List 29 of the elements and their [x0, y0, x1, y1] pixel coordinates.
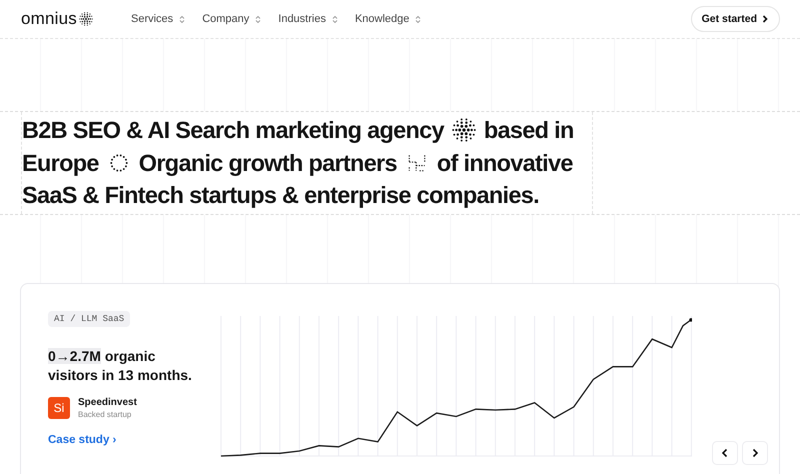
company-note: Backed startup: [78, 410, 132, 418]
metric-text: 0→2.7M organic visitors in 13 months.: [48, 346, 193, 384]
headline-text: Europe: [22, 148, 99, 178]
chevron-icon: [332, 14, 338, 24]
nav-link[interactable]: Services: [131, 13, 174, 25]
get-started-button[interactable]: Get started: [690, 6, 780, 32]
nav-link[interactable]: Industries: [278, 13, 326, 25]
company-logo: Si: [48, 396, 70, 418]
dotted-sphere-icon: [79, 12, 94, 26]
chevron-right-icon: [750, 448, 760, 458]
category-tag: AI / LLM SaaS: [48, 310, 130, 326]
nav-link[interactable]: Knowledge: [354, 13, 410, 25]
chevron-icon: [415, 14, 422, 24]
company-name: Speedinvest: [78, 396, 137, 408]
next-button[interactable]: [742, 440, 768, 464]
chevron-icon: [255, 14, 262, 24]
headline-text: SaaS & Fintech startups & enterprise companies.: [22, 181, 539, 210]
dotted-sphere-icon: [452, 118, 476, 142]
headline-text: based in: [484, 116, 574, 145]
logo-text[interactable]: omnius: [21, 9, 78, 29]
chevron-icon: [179, 14, 186, 24]
headline-text: B2B SEO & AI Search marketing agency: [22, 116, 444, 145]
previous-button[interactable]: [712, 440, 738, 464]
chevron-icon: [761, 14, 769, 24]
chevron-left-icon: [720, 448, 730, 458]
nav-link[interactable]: Company: [202, 13, 250, 25]
case-study-link[interactable]: Case study ›: [48, 434, 116, 446]
headline-text: Organic growth partners: [138, 148, 397, 178]
headline-text: of innovative: [436, 148, 573, 178]
